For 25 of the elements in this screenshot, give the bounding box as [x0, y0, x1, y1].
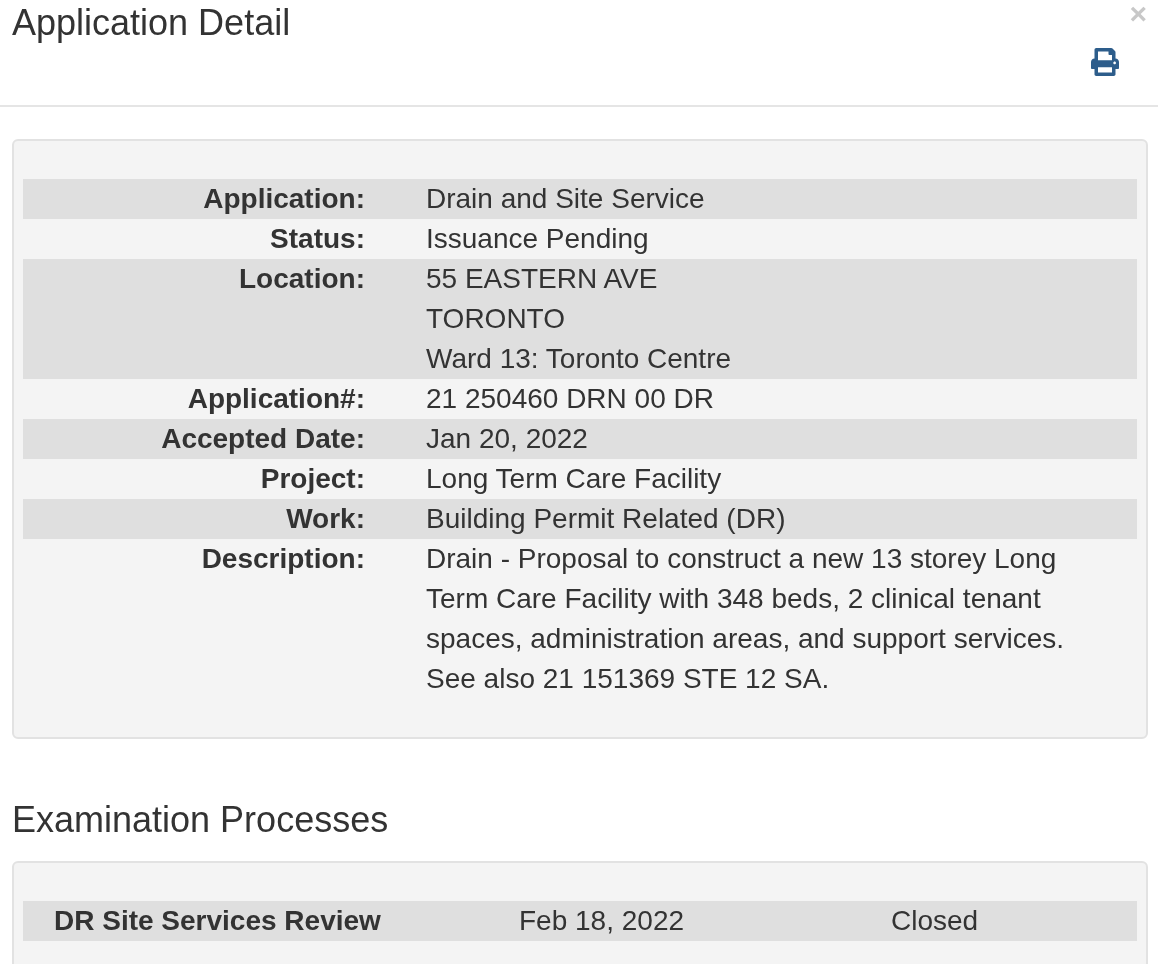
field-value: Building Permit Related (DR): [426, 502, 787, 536]
field-value: TORONTO: [426, 302, 566, 336]
table-cell-text: Closed: [890, 904, 980, 938]
field-value: Drain - Proposal to construct a new 13 storey Long Term Care Facility with 348 beds, 2 clinical tenant spaces, administration areas, and support services. See also 21 151369 STE 12 SA.: [426, 542, 1066, 696]
field-value: 21 250460 DRN 00 DR: [426, 382, 715, 416]
field-label: Accepted Date:: [160, 422, 365, 456]
field-label: Description:: [200, 542, 365, 576]
field-label: Project:: [259, 462, 365, 496]
table-cell-text: Feb 18, 2022: [518, 904, 686, 938]
field-value: Issuance Pending: [426, 222, 650, 256]
field-label: Work:: [285, 502, 365, 536]
field-value: Ward 13: Toronto Centre: [426, 342, 733, 376]
dialog-title: Application Detail: [12, 3, 291, 43]
print-icon[interactable]: [1090, 48, 1120, 76]
field-value: 55 EASTERN AVE: [426, 262, 659, 296]
field-value: Drain and Site Service: [426, 182, 706, 216]
field-value: Jan 20, 2022: [426, 422, 589, 456]
close-button[interactable]: ×: [1129, 2, 1147, 26]
field-label: Application#:: [186, 382, 365, 416]
table-cell-text: DR Site Services Review: [53, 904, 382, 938]
field-value: Long Term Care Facility: [426, 462, 723, 496]
section-heading: Examination Processes: [12, 800, 389, 840]
field-label: Location:: [238, 262, 365, 296]
field-label: Status:: [269, 222, 365, 256]
field-label: Application:: [202, 182, 365, 216]
